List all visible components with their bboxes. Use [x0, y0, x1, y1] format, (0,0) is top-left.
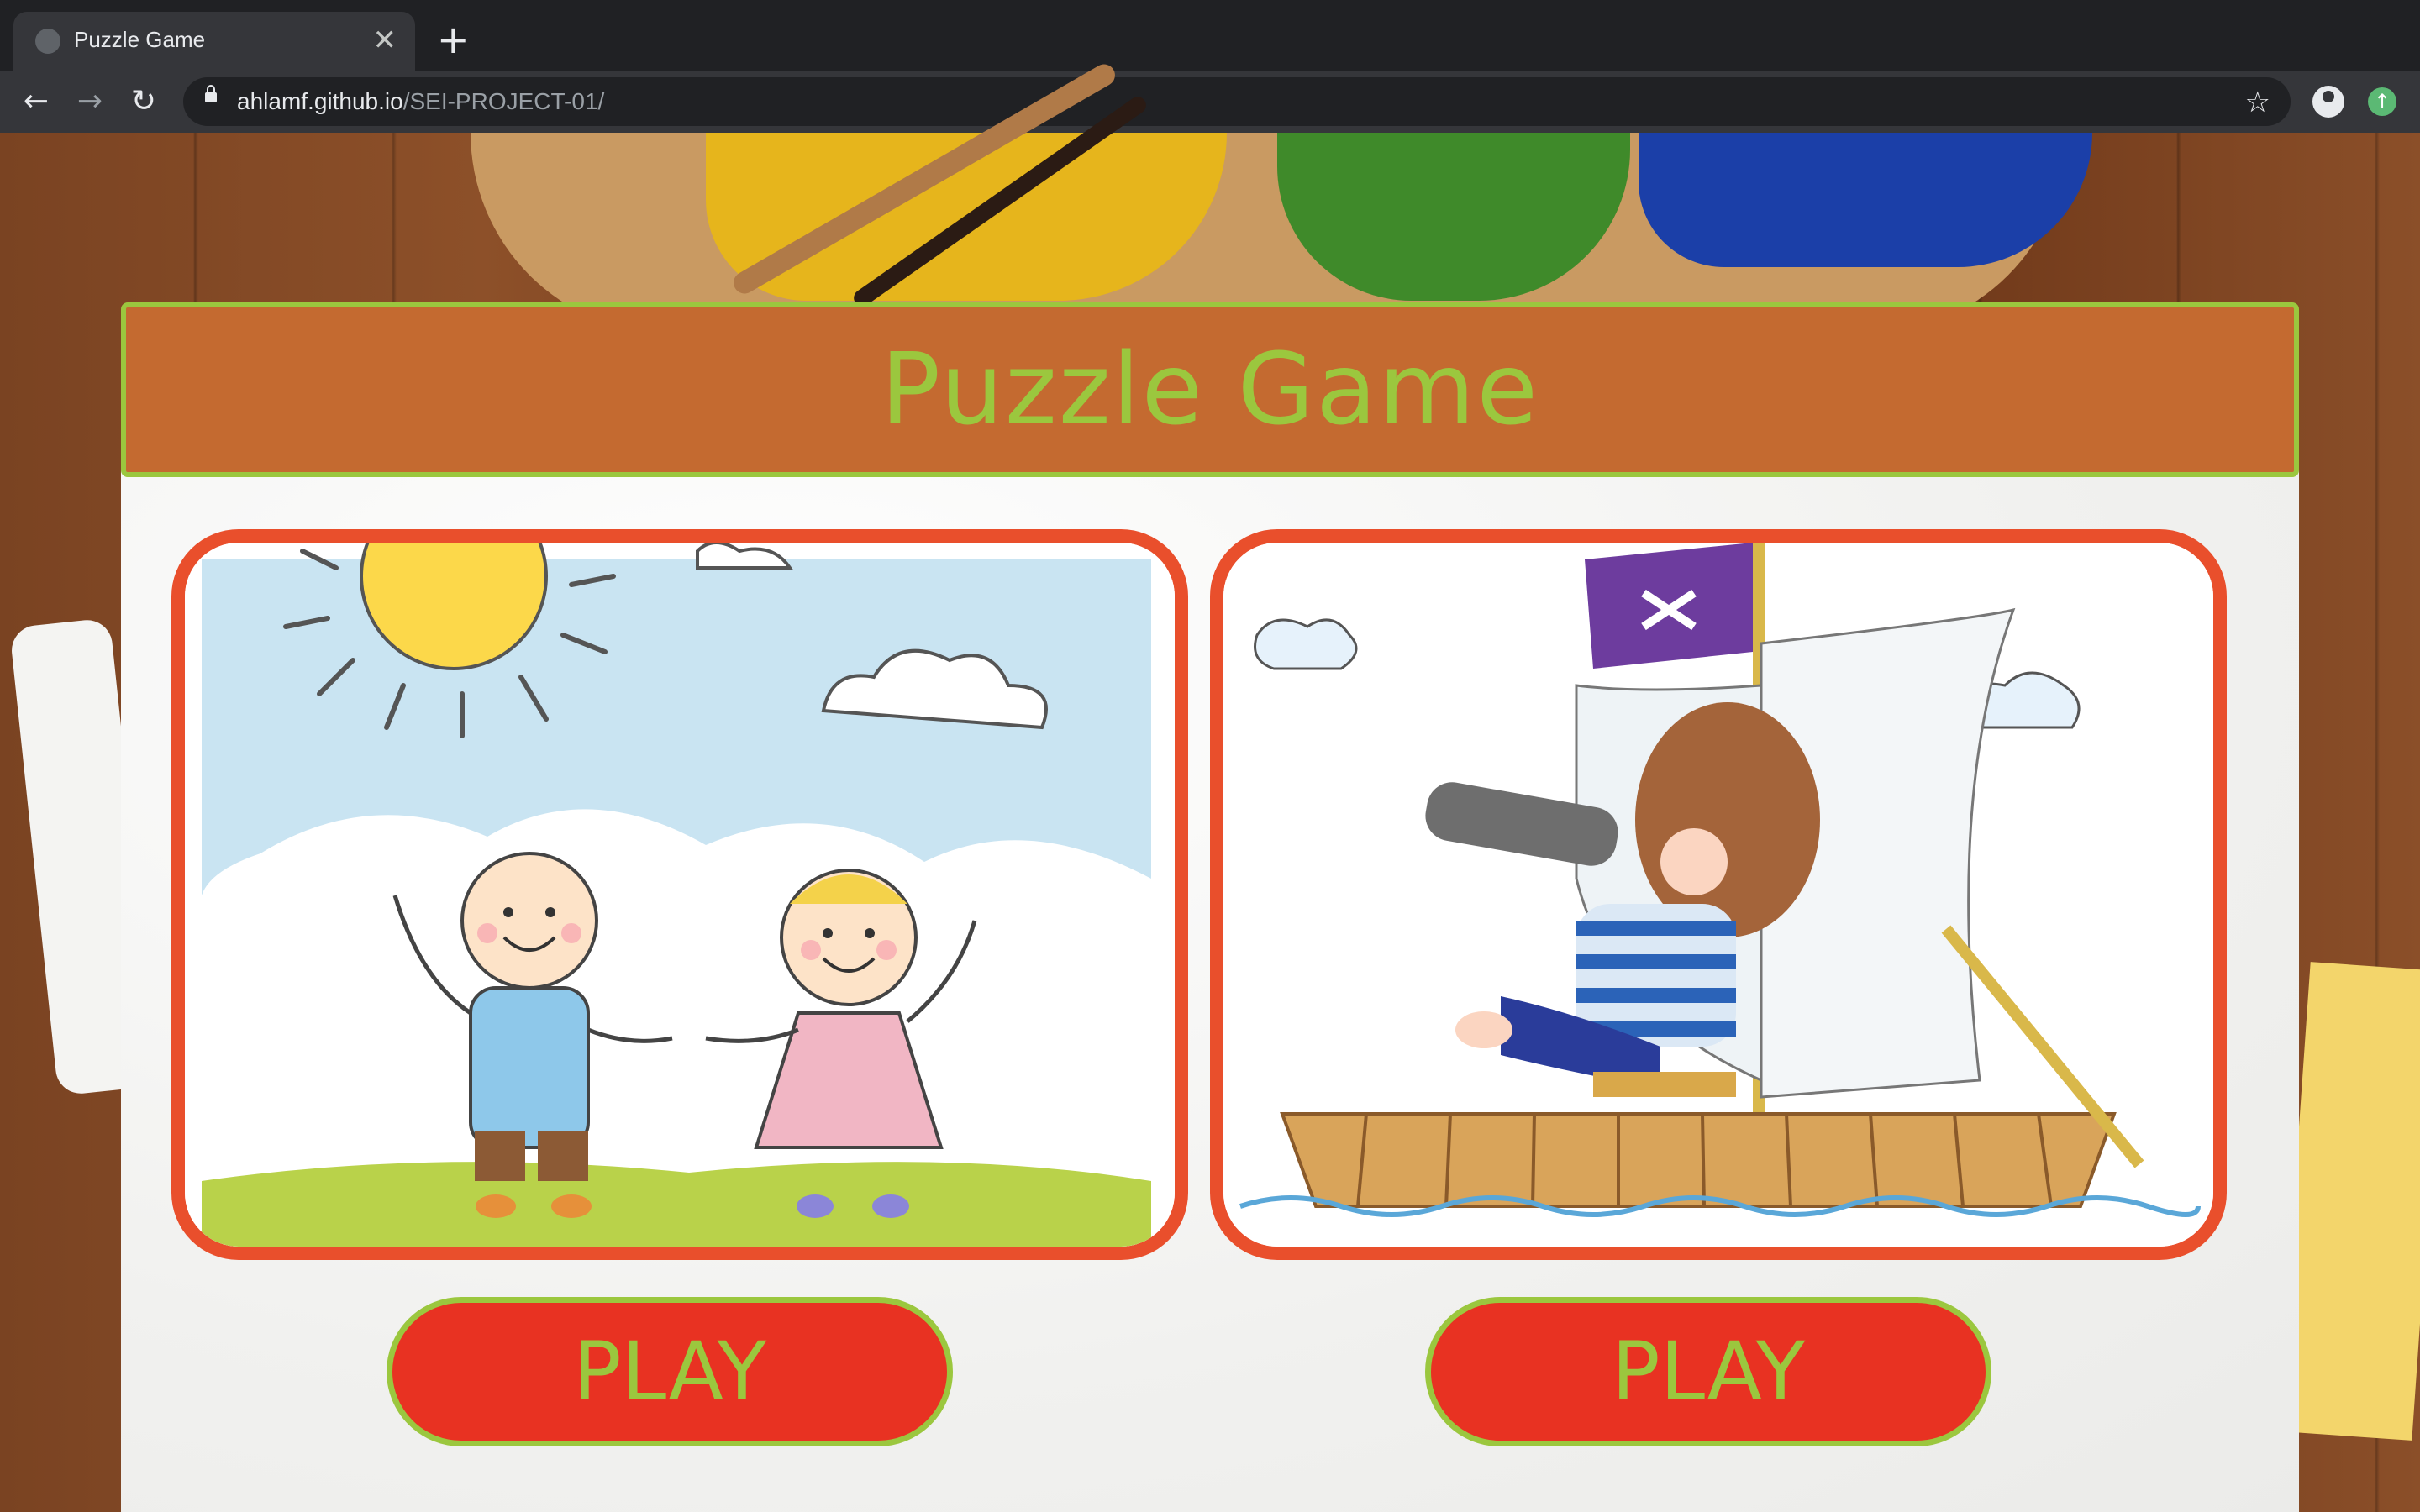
puzzle-image-kids[interactable]	[171, 529, 1188, 1260]
new-tab-button[interactable]: +	[437, 20, 470, 59]
browser-tab-bar: Puzzle Game ✕ +	[0, 0, 2420, 71]
url-text[interactable]: ahlamf.github.io/SEI-PROJECT-01/	[237, 88, 604, 115]
globe-icon	[35, 29, 60, 54]
puzzle-image-raft[interactable]	[1210, 529, 2227, 1260]
browser-toolbar: ← → ↻ ahlamf.github.io/SEI-PROJECT-01/ ☆…	[0, 71, 2420, 133]
tab-title: Puzzle Game	[74, 27, 206, 52]
browser-tab[interactable]: Puzzle Game ✕	[13, 12, 415, 71]
raft-boy-illustration	[1223, 543, 2213, 1247]
update-icon[interactable]: ↑	[2368, 87, 2396, 116]
back-button[interactable]: ←	[17, 82, 55, 121]
blue-paint-decoration	[1639, 133, 2092, 267]
page-title: Puzzle Game	[881, 331, 1539, 447]
page-header: Puzzle Game	[121, 302, 2299, 477]
url-path: /SEI-PROJECT-01/	[402, 88, 605, 114]
kids-drawing-illustration	[185, 543, 1175, 1247]
profile-avatar-icon[interactable]	[2312, 86, 2344, 118]
lock-icon	[205, 85, 217, 102]
forward-button[interactable]: →	[71, 82, 109, 121]
reload-button[interactable]: ↻	[124, 82, 163, 121]
url-host: ahlamf.github.io	[237, 88, 403, 114]
close-tab-icon[interactable]: ✕	[373, 24, 397, 57]
play-button-raft[interactable]: PLAY	[1425, 1297, 1991, 1446]
bookmark-star-icon[interactable]: ☆	[2245, 86, 2270, 119]
address-bar[interactable]: ahlamf.github.io/SEI-PROJECT-01/ ☆	[183, 77, 2291, 126]
play-button-kids[interactable]: PLAY	[387, 1297, 953, 1446]
